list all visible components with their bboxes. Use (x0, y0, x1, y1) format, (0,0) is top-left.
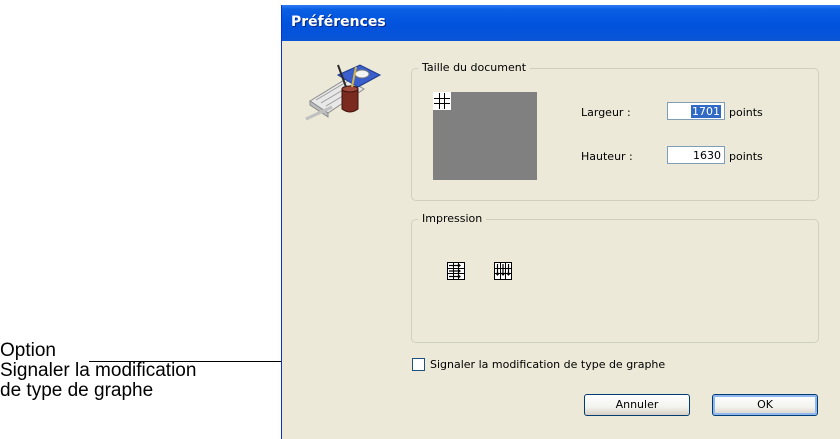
print-order-across-icon[interactable] (447, 262, 465, 280)
height-label: Hauteur : (581, 150, 633, 163)
height-unit-label: points (729, 150, 763, 163)
width-unit-label: points (729, 106, 763, 119)
preferences-illustration-icon (305, 64, 382, 121)
ok-button[interactable]: OK (712, 394, 818, 416)
width-label: Largeur : (581, 106, 631, 119)
print-group: Impression (411, 212, 819, 343)
width-value: 1701 (691, 105, 721, 118)
height-value: 1630 (693, 149, 721, 162)
document-size-legend: Taille du document (418, 61, 531, 74)
signal-graph-type-change-label[interactable]: Signaler la modification de type de grap… (430, 358, 665, 371)
preferences-dialog: Préférences Taille du document Largeur :… (281, 5, 840, 439)
grid-origin-icon (433, 92, 451, 110)
callout-line-3: de type de graphe (0, 380, 154, 401)
width-input[interactable]: 1701 (667, 102, 725, 120)
callout-line-2: Signaler la modification (0, 360, 197, 381)
print-order-down-icon[interactable] (494, 262, 512, 280)
signal-graph-type-change-checkbox[interactable] (412, 358, 425, 371)
callout-line-1: Option (0, 340, 56, 361)
dialog-titlebar[interactable]: Préférences (282, 5, 840, 41)
dialog-title: Préférences (291, 14, 386, 30)
callout-annotation: Option Signaler la modification de type … (0, 341, 300, 401)
print-legend: Impression (418, 212, 487, 225)
height-input[interactable]: 1630 (667, 146, 725, 164)
cancel-button[interactable]: Annuler (584, 394, 690, 416)
